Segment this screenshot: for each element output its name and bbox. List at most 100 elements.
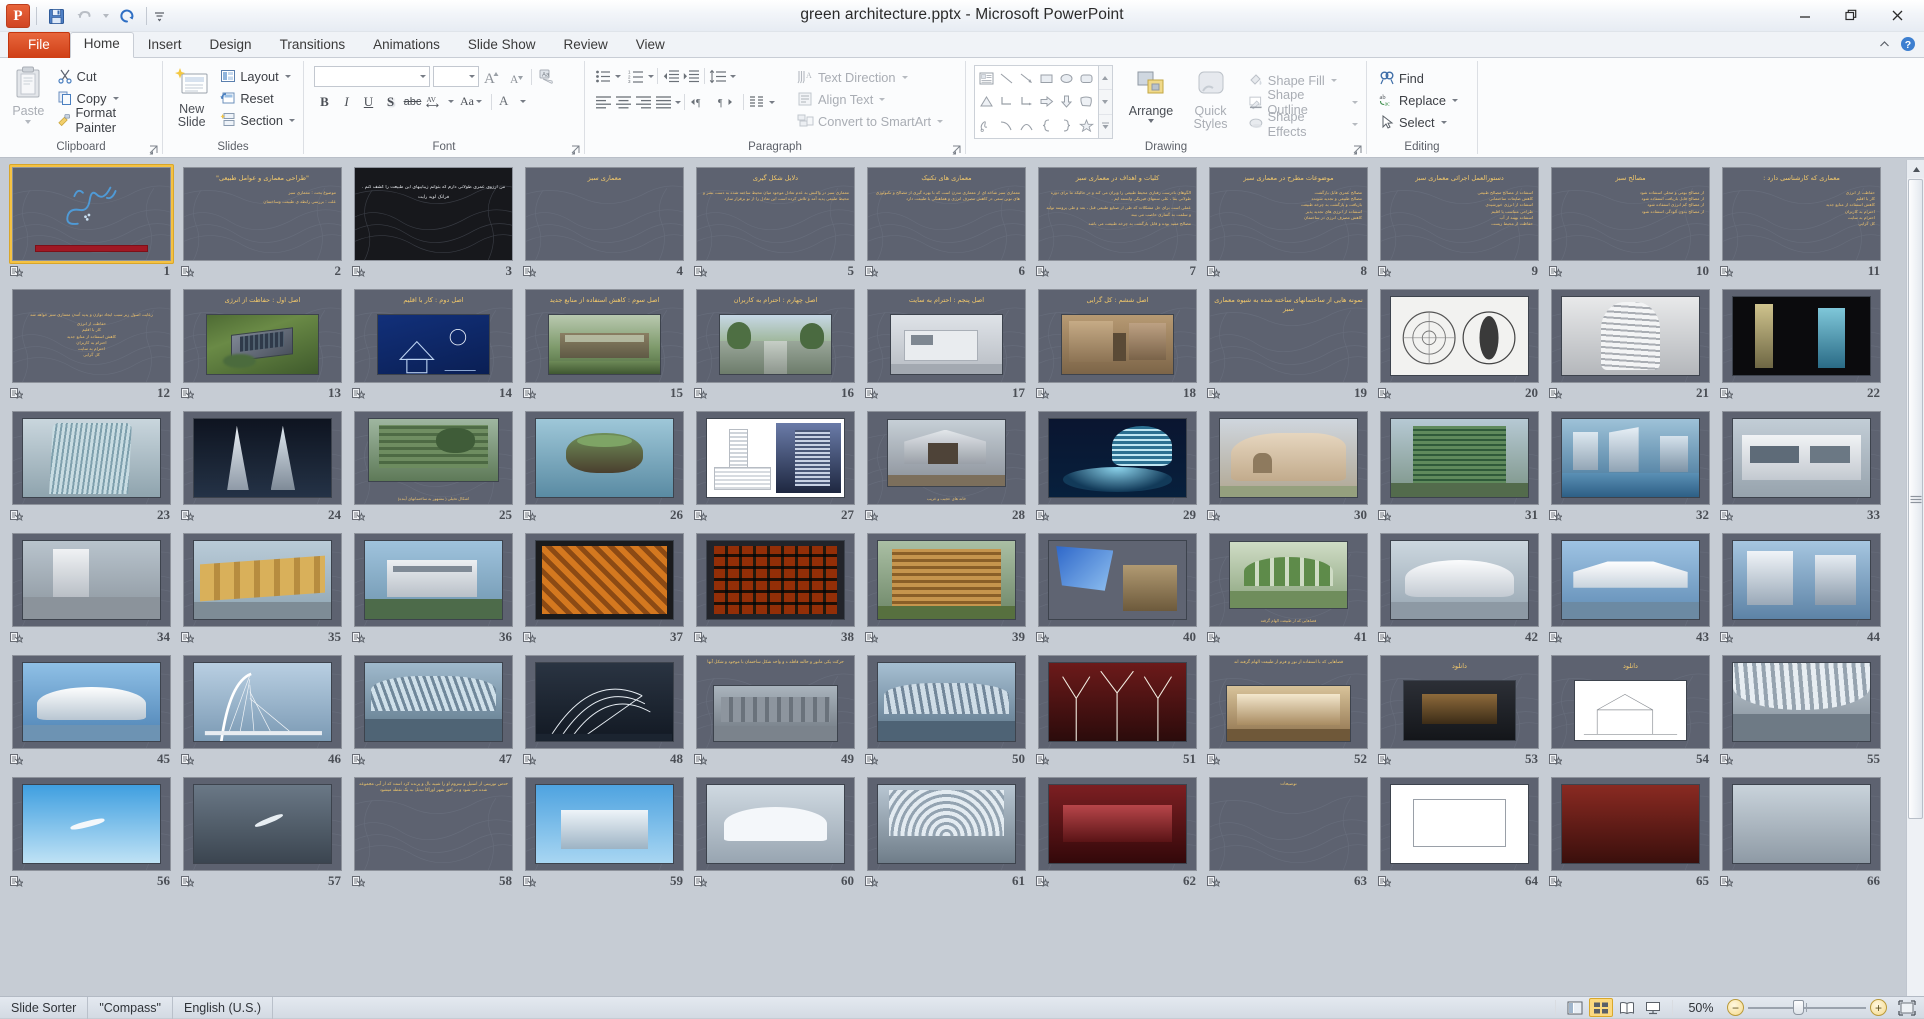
align-text-button[interactable]: Align Text: [793, 88, 947, 110]
slide-frame[interactable]: [1377, 530, 1542, 630]
slide-thumbnail-56[interactable]: 56: [6, 774, 177, 896]
strikethrough-button[interactable]: abc: [402, 91, 423, 112]
slide-thumbnail-10[interactable]: مصالح سبزاز مصالح بومی و محلی استفاده شو…: [1545, 164, 1716, 286]
slide-thumbnail-3[interactable]: من آرزوی عمری طولانی دارم که بتوانم زیبا…: [348, 164, 519, 286]
slide-frame[interactable]: [522, 408, 687, 508]
slide-frame[interactable]: اصل دوم : کار با اقلیم: [351, 286, 516, 386]
paste-button[interactable]: Paste: [4, 63, 53, 124]
slide-frame[interactable]: [693, 774, 858, 874]
shape-scribble-icon[interactable]: [976, 114, 996, 137]
shape-rounded-rectangle-icon[interactable]: [1077, 67, 1097, 90]
slide-frame[interactable]: [693, 530, 858, 630]
slide-content[interactable]: [354, 655, 513, 749]
animation-icon[interactable]: [865, 753, 878, 769]
slide-content[interactable]: فضاهایی که از طبیعت الهام گرفته: [1209, 533, 1368, 627]
slide-content[interactable]: معماری که کارشناسی دارد :حفاظت از انرژیک…: [1722, 167, 1881, 261]
select-button[interactable]: Select: [1375, 111, 1462, 133]
slide-frame[interactable]: اصل چهارم : احترام به کاربران: [693, 286, 858, 386]
slide-content[interactable]: موضوعات مطرح در معماری سبزمصالح عمری قاب…: [1209, 167, 1368, 261]
slide-frame[interactable]: [1206, 408, 1371, 508]
section-dropdown-icon[interactable]: [289, 119, 295, 122]
slide-frame[interactable]: [1548, 530, 1713, 630]
bullets-dropdown-icon[interactable]: [615, 75, 621, 78]
shape-elbow-connector-icon[interactable]: [996, 90, 1016, 113]
slide-frame[interactable]: مصالح سبزاز مصالح بومی و محلی استفاده شو…: [1548, 164, 1713, 264]
slide-content[interactable]: [12, 533, 171, 627]
slide-thumbnail-46[interactable]: 46: [177, 652, 348, 774]
shape-arrow-icon[interactable]: [1016, 67, 1036, 90]
slide-content[interactable]: [867, 655, 1026, 749]
slide-thumbnail-33[interactable]: 33: [1716, 408, 1887, 530]
find-button[interactable]: Find: [1375, 67, 1462, 89]
shape-outline-dropdown-icon[interactable]: [1352, 101, 1358, 104]
animation-icon[interactable]: [694, 753, 707, 769]
slide-thumbnail-45[interactable]: 45: [6, 652, 177, 774]
animation-icon[interactable]: [865, 509, 878, 525]
slide-frame[interactable]: [522, 774, 687, 874]
slide-thumbnail-40[interactable]: 40: [1032, 530, 1203, 652]
slide-frame[interactable]: "طراحی معماری و عوامل طبیعی"موضوع بحث : …: [180, 164, 345, 264]
animation-icon[interactable]: [1036, 509, 1049, 525]
slide-content[interactable]: [1380, 533, 1539, 627]
slide-content[interactable]: [867, 777, 1026, 871]
slide-frame[interactable]: [1035, 774, 1200, 874]
slide-content[interactable]: [867, 533, 1026, 627]
tab-animations[interactable]: Animations: [359, 33, 454, 58]
animation-icon[interactable]: [1720, 753, 1733, 769]
slide-content[interactable]: [12, 411, 171, 505]
shape-fill-dropdown-icon[interactable]: [1331, 79, 1337, 82]
slide-frame[interactable]: [9, 530, 174, 630]
slide-frame[interactable]: [1719, 530, 1884, 630]
slide-thumbnail-25[interactable]: اشکال تخیلی ( مشهور به ساختمانهای آینده)…: [348, 408, 519, 530]
slide-frame[interactable]: رعایت اصول زیر سبب ایجاد توازن و پدید آم…: [9, 286, 174, 386]
shape-effects-dropdown-icon[interactable]: [1352, 123, 1358, 126]
slide-frame[interactable]: [1719, 286, 1884, 386]
slide-content[interactable]: [696, 533, 855, 627]
slide-content[interactable]: [525, 533, 684, 627]
animation-icon[interactable]: [694, 875, 707, 891]
tab-slide-show[interactable]: Slide Show: [454, 33, 550, 58]
animation-icon[interactable]: [865, 265, 878, 281]
font-name-input[interactable]: [314, 66, 430, 87]
animation-icon[interactable]: [523, 875, 536, 891]
animation-icon[interactable]: [1720, 265, 1733, 281]
slide-thumbnail-31[interactable]: 31: [1374, 408, 1545, 530]
slide-show-view-button[interactable]: [1641, 998, 1665, 1017]
slide-frame[interactable]: [522, 652, 687, 752]
clipboard-dialog-launcher[interactable]: [148, 144, 160, 156]
slide-frame[interactable]: اشکال تخیلی ( مشهور به ساختمانهای آینده): [351, 408, 516, 508]
slide-thumbnail-36[interactable]: 36: [348, 530, 519, 652]
font-color-dropdown-icon[interactable]: [520, 100, 526, 103]
slide-thumbnail-49[interactable]: حرکت یکی مانور و حالته قافله ه و واحد شک…: [690, 652, 861, 774]
convert-to-smartart-button[interactable]: Convert to SmartArt: [793, 110, 947, 132]
text-direction-button[interactable]: A Text Direction: [793, 66, 947, 88]
slide-content[interactable]: [1722, 533, 1881, 627]
animation-icon[interactable]: [181, 387, 194, 403]
slide-frame[interactable]: معماری های تکنیکمعماری سبز شاخه ای از مع…: [864, 164, 1029, 264]
animation-icon[interactable]: [181, 265, 194, 281]
slide-thumbnail-66[interactable]: 66: [1716, 774, 1887, 896]
slide-content[interactable]: [1722, 655, 1881, 749]
layout-dropdown-icon[interactable]: [285, 75, 291, 78]
zoom-slider-thumb[interactable]: [1793, 1000, 1804, 1015]
slide-thumbnail-48[interactable]: 48: [519, 652, 690, 774]
slide-content[interactable]: کلیات و اهداف در معماری سبزالگوهای نادرس…: [1038, 167, 1197, 261]
slide-grid[interactable]: 1 "طراحی معماری و عوامل طبیعی"موضوع بحث …: [0, 160, 1906, 996]
slide-frame[interactable]: معماری که کارشناسی دارد :حفاظت از انرژیک…: [1719, 164, 1884, 264]
new-slide-button[interactable]: New Slide: [167, 63, 216, 129]
slide-content[interactable]: [1551, 289, 1710, 383]
slide-frame[interactable]: دانلود: [1548, 652, 1713, 752]
slide-frame[interactable]: توضیحات: [1206, 774, 1371, 874]
animation-icon[interactable]: [1207, 509, 1220, 525]
slide-thumbnail-14[interactable]: اصل دوم : کار با اقلیم 14: [348, 286, 519, 408]
shape-effects-button[interactable]: Shape Effects: [1244, 113, 1362, 135]
slide-thumbnail-29[interactable]: 29: [1032, 408, 1203, 530]
slide-frame[interactable]: فضاهایی که با استفاده از نور و فرم از طب…: [1206, 652, 1371, 752]
animation-icon[interactable]: [10, 387, 23, 403]
slide-frame[interactable]: [180, 530, 345, 630]
shapes-scroll-down-icon[interactable]: [1099, 90, 1112, 114]
animation-icon[interactable]: [181, 875, 194, 891]
tab-view[interactable]: View: [622, 33, 679, 58]
animation-icon[interactable]: [523, 631, 536, 647]
slide-thumbnail-42[interactable]: 42: [1374, 530, 1545, 652]
